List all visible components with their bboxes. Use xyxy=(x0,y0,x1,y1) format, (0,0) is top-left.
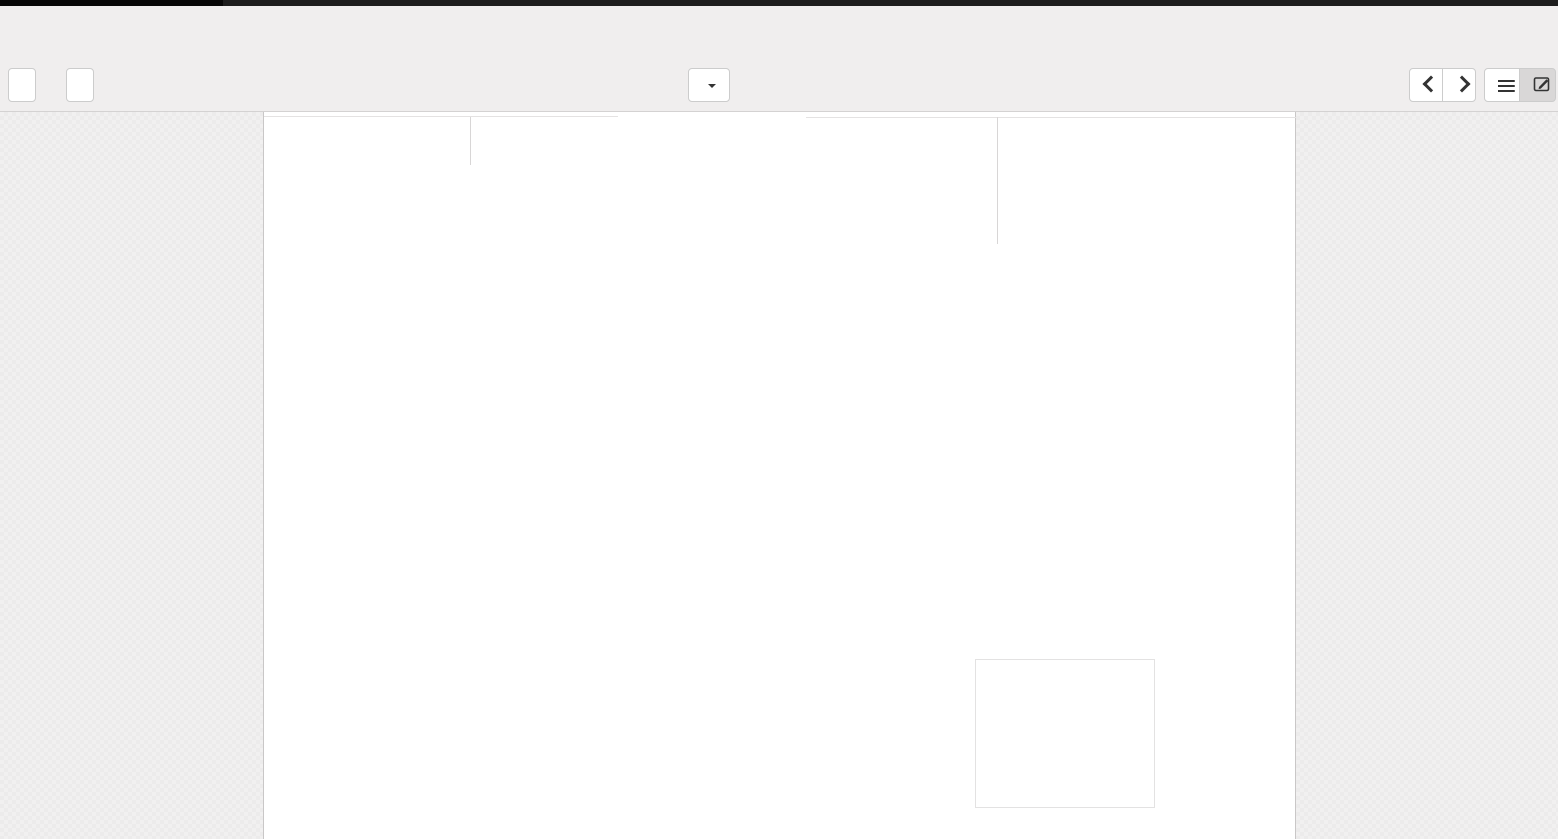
divider xyxy=(470,117,471,165)
chevron-left-icon xyxy=(1422,76,1439,93)
pager-previous-button[interactable] xyxy=(1409,68,1443,102)
chevron-right-icon xyxy=(1454,76,1471,93)
pager-nav xyxy=(1409,68,1476,102)
action-dropdown-button[interactable] xyxy=(688,68,730,102)
chart-legend xyxy=(975,659,1155,808)
view-switcher xyxy=(1484,68,1556,102)
form-view-button[interactable] xyxy=(1519,68,1556,102)
control-panel xyxy=(0,6,1558,112)
chevron-down-icon xyxy=(708,84,716,88)
form-view-icon xyxy=(1533,75,1551,93)
list-view-icon xyxy=(1498,80,1515,93)
edit-button[interactable] xyxy=(8,68,36,102)
form-view-background xyxy=(0,112,1558,839)
breadcrumb xyxy=(8,20,20,50)
pager-next-button[interactable] xyxy=(1442,68,1476,102)
list-view-button[interactable] xyxy=(1484,68,1520,102)
breadcrumb-separator xyxy=(8,23,20,46)
divider xyxy=(997,117,998,244)
divider xyxy=(806,117,1296,118)
create-button[interactable] xyxy=(66,68,94,102)
divider xyxy=(264,116,618,117)
